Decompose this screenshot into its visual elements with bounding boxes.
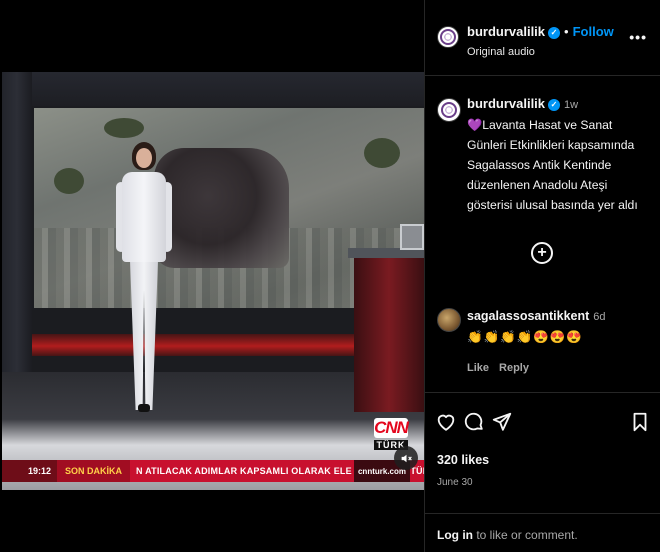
more-options-icon[interactable]: ••• — [629, 30, 647, 44]
post-header: burdurvalilik ✓ • Follow Original audio ••• — [425, 0, 660, 76]
separator-dot: • — [564, 24, 569, 39]
comment-reply-button[interactable]: Reply — [499, 362, 529, 374]
verified-badge-icon: ✓ — [548, 26, 561, 39]
comment-time[interactable]: 6d — [593, 311, 605, 323]
purple-heart-emoji: 💜 — [467, 118, 483, 132]
news-presenter — [114, 142, 174, 418]
studio-ceiling — [2, 72, 424, 106]
crowd-image — [154, 148, 289, 268]
video-player[interactable]: CNN TÜRK 19:12 SON DAKİKA N ATILACAK ADI… — [0, 0, 424, 552]
comment-text: 👏👏👏👏😍😍😍 — [467, 330, 583, 344]
save-bookmark-icon[interactable] — [629, 411, 651, 433]
post-panel: burdurvalilik ✓ • Follow Original audio •••… — [424, 0, 660, 552]
avatar[interactable] — [437, 26, 459, 48]
ticker-time: 19:12 — [2, 460, 58, 482]
login-prompt: Log in to like or comment. — [425, 513, 660, 552]
caption-text: 💜Lavanta Hasat ve Sanat Günleri Etkinlik… — [467, 115, 653, 215]
likes-count[interactable]: 320 likes — [437, 453, 489, 467]
header-user-line: burdurvalilik ✓ • Follow — [467, 24, 614, 39]
avatar[interactable] — [437, 308, 461, 332]
tree-shape — [104, 118, 144, 138]
news-ticker: 19:12 SON DAKİKA N ATILACAK ADIMLAR KAPS… — [2, 460, 424, 482]
share-icon[interactable] — [491, 411, 513, 433]
audio-label[interactable]: Original audio — [467, 46, 535, 58]
video-frame: CNN TÜRK 19:12 SON DAKİKA N ATILACAK ADI… — [2, 72, 424, 490]
post-actions: 320 likes June 30 Log in to like or comm… — [425, 392, 660, 552]
avatar[interactable] — [437, 98, 461, 122]
verified-badge-icon: ✓ — [548, 99, 561, 111]
caption-username[interactable]: burdurvalilik — [467, 96, 545, 111]
tree-shape — [364, 138, 400, 168]
login-prompt-text: to like or comment. — [473, 528, 578, 542]
login-link[interactable]: Log in — [437, 528, 473, 542]
studio-pillar — [2, 72, 32, 412]
comment-like-button[interactable]: Like — [467, 362, 489, 374]
mute-icon — [401, 454, 412, 462]
ticker-breaking-label: SON DAKİKA — [57, 460, 131, 482]
studio-red-band — [32, 334, 377, 356]
comment-icon[interactable] — [463, 411, 485, 433]
follow-button[interactable]: Follow — [573, 24, 614, 39]
tree-shape — [54, 168, 84, 194]
caption-body-text: Lavanta Hasat ve Sanat Günleri Etkinlikl… — [467, 118, 638, 212]
load-more-icon[interactable]: + — [531, 242, 553, 264]
caption-time[interactable]: 1w — [564, 99, 578, 111]
studio-desk — [354, 252, 424, 412]
post-date[interactable]: June 30 — [437, 477, 473, 488]
studio-monitor — [400, 224, 424, 250]
post-username[interactable]: burdurvalilik — [467, 24, 545, 39]
like-heart-icon[interactable] — [435, 411, 457, 433]
mute-button[interactable] — [394, 446, 418, 470]
comment-username[interactable]: sagalassosantikkent — [467, 309, 589, 323]
